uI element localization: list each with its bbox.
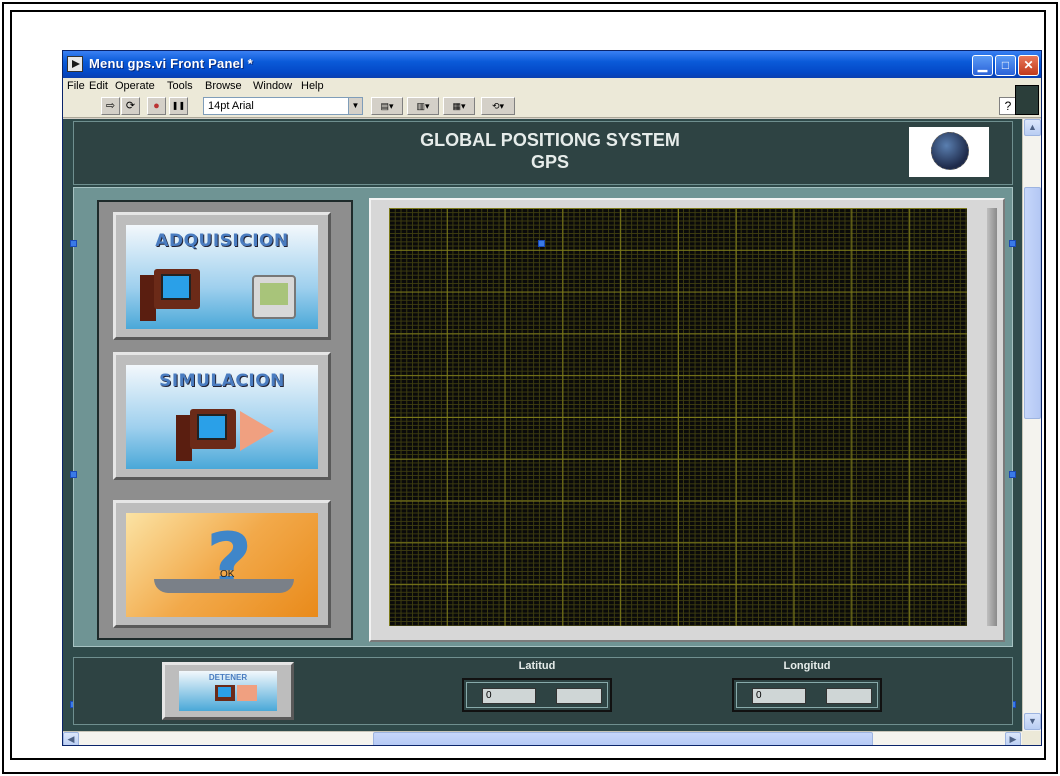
font-selector-value: 14pt Arial [208, 100, 254, 112]
horizontal-scrollbar[interactable]: ◀ ▶ [63, 731, 1022, 745]
main-decoration: ADQUISICION SIMULACION ? OK [73, 187, 1013, 647]
menu-edit[interactable]: Edit [89, 80, 108, 92]
menu-file[interactable]: File [67, 80, 85, 92]
xy-graph-plot-area[interactable] [389, 208, 967, 626]
adquisicion-button-art: ADQUISICION [126, 225, 318, 329]
close-button[interactable]: ✕ [1018, 55, 1039, 76]
labview-front-panel-window: Menu gps.vi Front Panel * ▁ □ ✕ File Edi… [62, 50, 1042, 746]
chevron-down-icon[interactable]: ▼ [348, 98, 362, 114]
latitud-value-field: 0 [482, 688, 536, 704]
panel-title-line2: GPS [530, 152, 569, 172]
help-ok-label: OK [220, 569, 235, 580]
window-title: Menu gps.vi Front Panel * [89, 56, 253, 71]
detener-button-art: DETENER [179, 671, 277, 711]
adquisicion-button[interactable]: ADQUISICION [113, 212, 331, 340]
labview-app-icon[interactable] [67, 56, 83, 72]
resize-grip[interactable] [1022, 731, 1041, 745]
selection-handle[interactable] [1009, 471, 1016, 478]
distribute-objects-icon[interactable]: ▥▾ [407, 97, 439, 115]
gps-device-icon [252, 275, 296, 319]
menu-browse[interactable]: Browse [205, 80, 242, 92]
vertical-scrollbar[interactable]: ▲ ▼ [1022, 119, 1041, 731]
align-objects-icon[interactable]: ▤▾ [371, 97, 403, 115]
scroll-up-icon[interactable]: ▲ [1024, 119, 1041, 136]
longitud-cluster: 0 [732, 678, 882, 712]
vi-connector-icon[interactable] [1015, 85, 1039, 115]
computer-icon [154, 269, 200, 309]
detener-button[interactable]: DETENER [162, 662, 294, 720]
menu-buttons-frame: ADQUISICION SIMULACION ? OK [97, 200, 353, 640]
simulacion-label: SIMULACION [159, 371, 285, 391]
help-button-art: ? OK [126, 513, 318, 617]
horizontal-scroll-thumb[interactable] [373, 732, 873, 745]
play-arrow-icon [240, 411, 274, 451]
font-selector[interactable]: 14pt Arial ▼ [203, 97, 363, 115]
longitud-value-field: 0 [752, 688, 806, 704]
menu-bar: File Edit Operate Tools Browse Window He… [63, 78, 1041, 94]
minimize-button[interactable]: ▁ [972, 55, 993, 76]
scroll-down-icon[interactable]: ▼ [1024, 713, 1041, 730]
scroll-right-icon[interactable]: ▶ [1005, 732, 1021, 745]
selection-handle[interactable] [70, 471, 77, 478]
vertical-scroll-thumb[interactable] [1024, 187, 1041, 419]
longitud-label: Longitud [783, 660, 831, 672]
scroll-left-icon[interactable]: ◀ [63, 732, 79, 745]
toolbar: ⇨ ⟳ ● ❚❚ 14pt Arial ▼ ▤▾ ▥▾ ▦▾ ⟲▾ ? [63, 94, 1041, 118]
longitud-secondary-field [826, 688, 872, 704]
panel-title-line1: GLOBAL POSITIONG SYSTEM [420, 130, 680, 150]
selection-handle[interactable] [1009, 240, 1016, 247]
computer-icon [215, 685, 235, 701]
menu-tools[interactable]: Tools [167, 80, 193, 92]
menu-window[interactable]: Window [253, 80, 292, 92]
stop-arrow-icon [237, 685, 257, 701]
run-arrow-icon[interactable]: ⇨ [101, 97, 120, 115]
graph-bevel [987, 208, 997, 626]
help-button[interactable]: ? OK [113, 500, 331, 628]
globe-logo [909, 127, 989, 177]
detener-label: DETENER [208, 673, 248, 682]
reorder-icon[interactable]: ⟲▾ [481, 97, 515, 115]
simulacion-button[interactable]: SIMULACION [113, 352, 331, 480]
computer-icon [190, 409, 236, 449]
adquisicion-label: ADQUISICION [155, 231, 289, 251]
selection-handle[interactable] [70, 240, 77, 247]
latitud-secondary-field [556, 688, 602, 704]
ship-icon [154, 579, 294, 593]
resize-objects-icon[interactable]: ▦▾ [443, 97, 475, 115]
footer-decoration: DETENER Latitud 0 Longitud 0 [73, 657, 1013, 725]
abort-icon[interactable]: ● [147, 97, 166, 115]
maximize-button[interactable]: □ [995, 55, 1016, 76]
latitud-label: Latitud [518, 660, 556, 672]
title-bar[interactable]: Menu gps.vi Front Panel * ▁ □ ✕ [63, 51, 1041, 78]
xy-graph-frame [369, 198, 1005, 642]
run-continuously-icon[interactable]: ⟳ [121, 97, 140, 115]
front-panel-canvas: GLOBAL POSITIONG SYSTEM GPS ADQUISICION [63, 119, 1022, 731]
panel-title: GLOBAL POSITIONG SYSTEM GPS [63, 129, 1022, 173]
simulacion-button-art: SIMULACION [126, 365, 318, 469]
selection-handle[interactable] [538, 240, 545, 247]
latitud-cluster: 0 [462, 678, 612, 712]
pause-icon[interactable]: ❚❚ [169, 97, 188, 115]
question-mark-icon: ? [206, 516, 253, 609]
globe-icon [931, 132, 969, 170]
menu-operate[interactable]: Operate [115, 80, 155, 92]
menu-help[interactable]: Help [301, 80, 324, 92]
